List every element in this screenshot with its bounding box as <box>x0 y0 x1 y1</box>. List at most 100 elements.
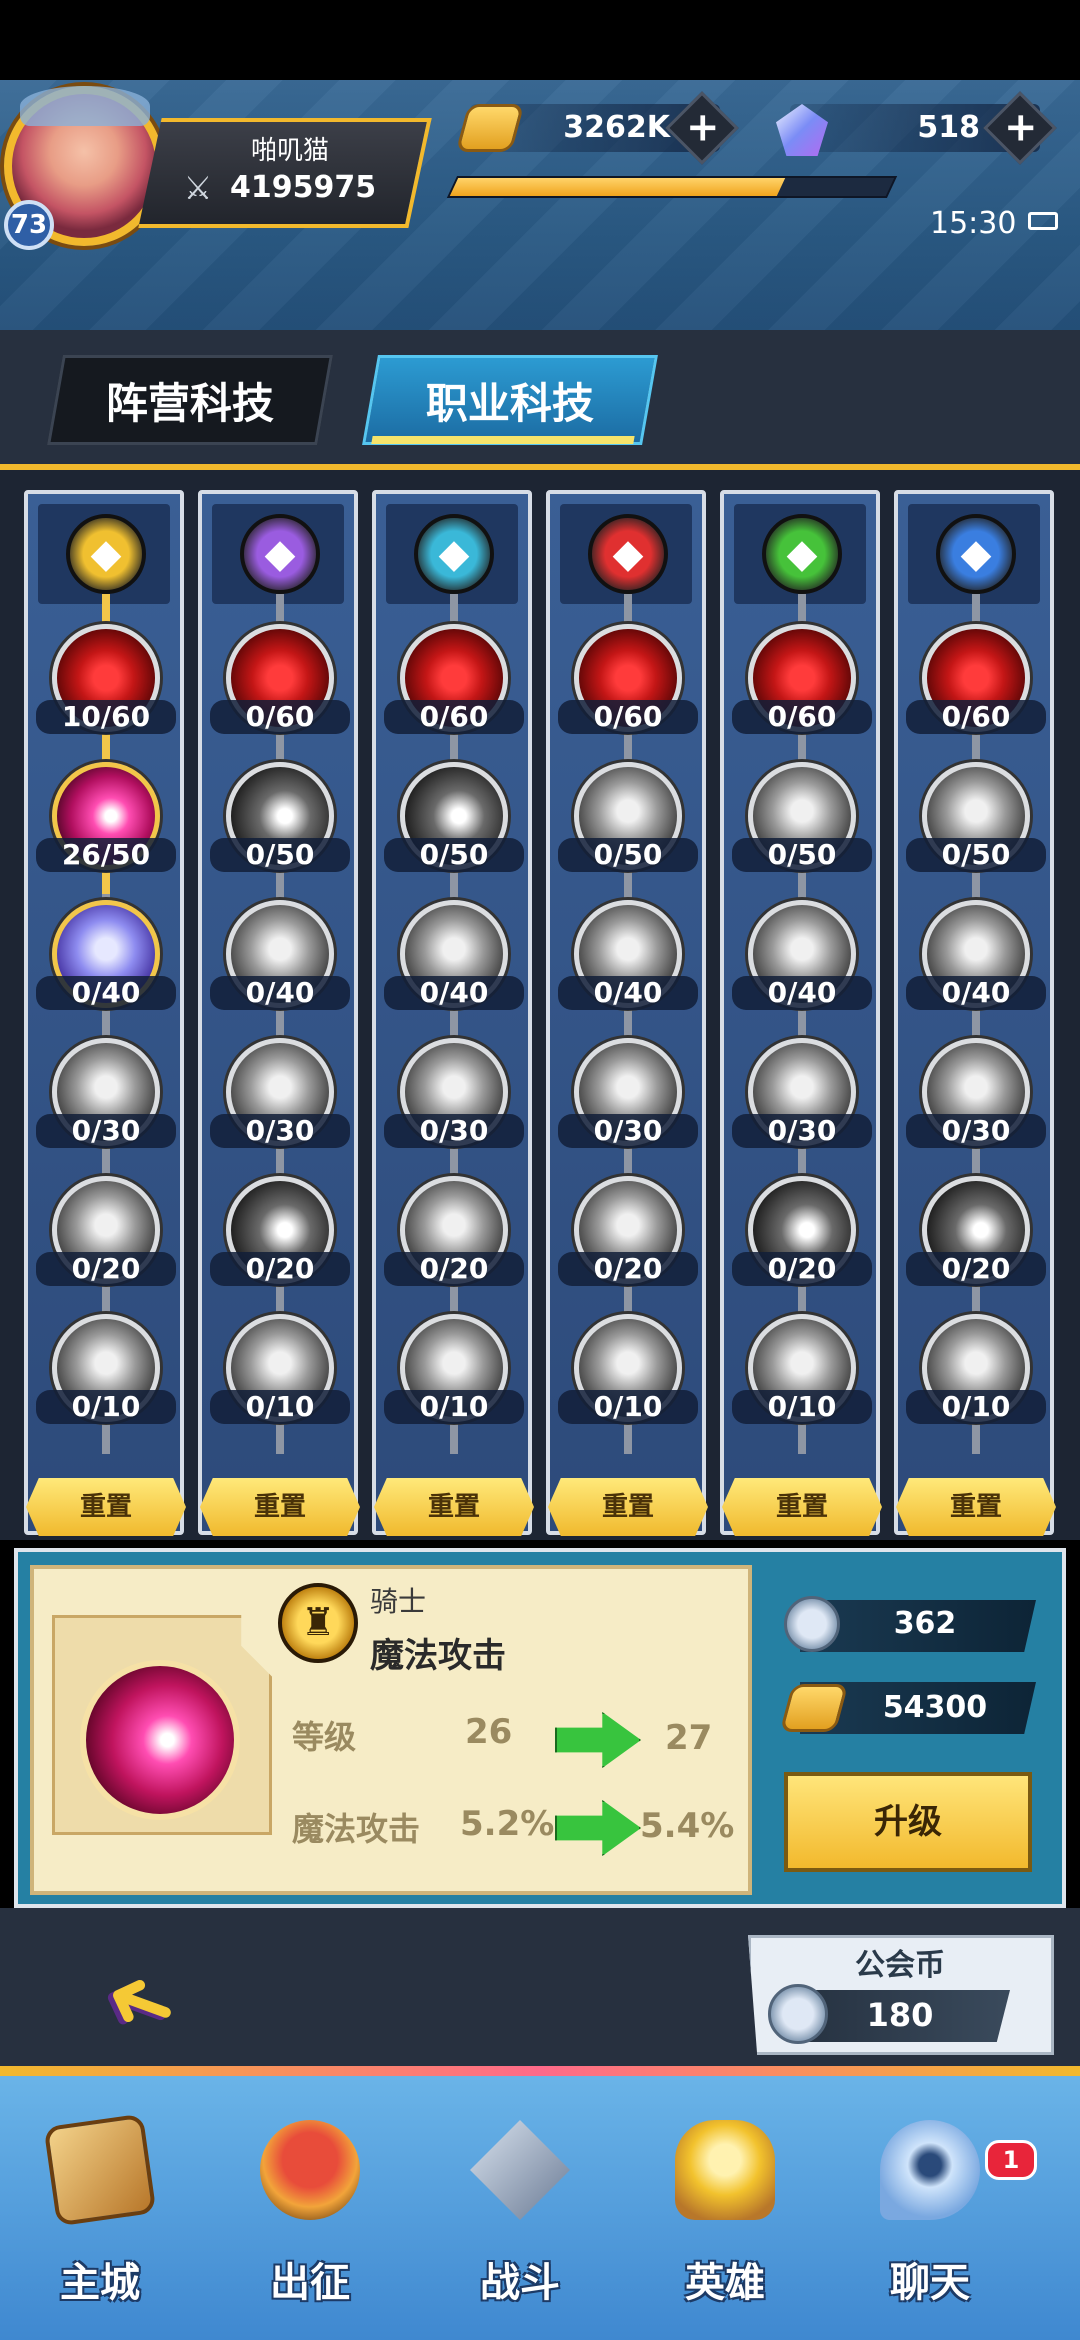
node-level-label: 0/30 <box>384 1114 524 1148</box>
tab-class-tech-label: 职业科技 <box>425 378 594 428</box>
warrior-icon[interactable]: ◆ <box>588 514 668 594</box>
tech-column-5: ◆ 0/60 0/50 0/40 0/30 0/20 0/10 <box>720 490 880 1535</box>
node-level-label: 0/50 <box>384 838 524 872</box>
knight-class-icon: ♜ <box>278 1583 358 1663</box>
node-level-label: 0/40 <box>906 976 1046 1010</box>
node-level-label: 0/30 <box>36 1114 176 1148</box>
stat-current: 5.2% <box>460 1804 555 1844</box>
tech-column-1: ◆ 10/60 26/50 0/40 0/30 0/20 0/10 <box>24 490 184 1535</box>
tech-column-3: ◆ 0/60 0/50 0/40 0/30 0/20 0/10 <box>372 490 532 1535</box>
nav-expedition[interactable]: 出征 <box>220 2100 400 2340</box>
node-level-label: 10/60 <box>36 700 176 734</box>
node-level-label: 0/40 <box>732 976 872 1010</box>
nav-main-city[interactable]: 主城 <box>10 2100 190 2340</box>
active-tab-underline <box>371 436 635 444</box>
player-power: 4195975 <box>230 170 377 205</box>
knight-icon[interactable]: ◆ <box>66 514 146 594</box>
node-level-label: 0/60 <box>906 700 1046 734</box>
level-label: 等级 <box>292 1718 357 1756</box>
node-level-label: 0/40 <box>36 976 176 1010</box>
node-level-label: 0/60 <box>384 700 524 734</box>
level-next: 27 <box>665 1718 713 1758</box>
node-level-label: 0/20 <box>558 1252 698 1286</box>
nav-chat-label: 聊天 <box>890 2260 970 2306</box>
reset-button[interactable]: 重置 <box>374 1478 534 1536</box>
app-root: 73 啪叽猫 ⚔ 4195975 3262K + 518 + 15:30 阵营科… <box>0 0 1080 2340</box>
power-swords-icon: ⚔ <box>183 169 213 207</box>
detail-class-name: 骑士 <box>370 1585 427 1618</box>
reset-button[interactable]: 重置 <box>548 1478 708 1536</box>
nav-battle-label: 战斗 <box>480 2260 560 2306</box>
node-level-label: 0/30 <box>906 1114 1046 1148</box>
nav-battle[interactable]: 战斗 <box>430 2100 610 2340</box>
tab-faction-tech[interactable]: 阵营科技 <box>47 355 333 445</box>
node-level-label: 0/40 <box>384 976 524 1010</box>
nav-heroes[interactable]: 英雄 <box>635 2100 815 2340</box>
node-level-label: 0/30 <box>558 1114 698 1148</box>
gold-amount: 3262K <box>563 110 670 145</box>
node-level-label: 0/60 <box>210 700 350 734</box>
nav-main-city-label: 主城 <box>60 2260 140 2306</box>
node-level-label: 0/60 <box>732 700 872 734</box>
node-level-label: 0/20 <box>36 1252 176 1286</box>
ranger-icon[interactable]: ◆ <box>762 514 842 594</box>
detail-skill-name: 魔法攻击 <box>370 1636 506 1676</box>
priest-icon[interactable]: ◆ <box>414 514 494 594</box>
clock: 15:30 <box>930 206 1017 241</box>
magic-attack-icon <box>80 1660 240 1820</box>
node-level-label: 0/10 <box>558 1390 698 1424</box>
ship-icon <box>260 2120 360 2220</box>
node-level-label: 0/20 <box>732 1252 872 1286</box>
gem-amount: 518 <box>917 110 980 145</box>
reset-button[interactable]: 重置 <box>200 1478 360 1536</box>
level-current: 26 <box>465 1712 513 1752</box>
reset-button[interactable]: 重置 <box>722 1478 882 1536</box>
node-level-label: 0/10 <box>732 1390 872 1424</box>
guild-coin-title: 公会币 <box>855 1948 945 1983</box>
tech-column-2: ◆ 0/60 0/50 0/40 0/30 0/20 0/10 <box>198 490 358 1535</box>
battery-icon <box>1028 212 1058 230</box>
avatar-headpiece <box>20 86 150 126</box>
node-level-label: 26/50 <box>36 838 176 872</box>
node-level-label: 0/30 <box>210 1114 350 1148</box>
nav-divider <box>0 2066 1080 2076</box>
player-name: 啪叽猫 <box>250 136 329 166</box>
guild-coin-value: 180 <box>866 1996 934 2034</box>
node-level-label: 0/10 <box>906 1390 1046 1424</box>
gold-cost: 54300 <box>882 1690 988 1725</box>
player-level-badge: 73 <box>4 200 54 250</box>
stat-next: 5.4% <box>640 1806 735 1846</box>
exp-bar <box>446 176 898 198</box>
exp-bar-fill <box>449 178 786 196</box>
guild-coin-icon <box>784 1596 840 1652</box>
mage-icon[interactable]: ◆ <box>240 514 320 594</box>
upgrade-button[interactable]: 升级 <box>784 1772 1032 1872</box>
node-level-label: 0/20 <box>210 1252 350 1286</box>
node-level-label: 0/40 <box>558 976 698 1010</box>
node-level-label: 0/60 <box>558 700 698 734</box>
nav-expedition-label: 出征 <box>270 2260 350 2306</box>
node-level-label: 0/50 <box>732 838 872 872</box>
node-level-label: 0/40 <box>210 976 350 1010</box>
reset-button[interactable]: 重置 <box>896 1478 1056 1536</box>
reset-button[interactable]: 重置 <box>26 1478 186 1536</box>
crossed-swords-icon <box>470 2120 570 2220</box>
guild-cost: 362 <box>893 1606 957 1641</box>
stat-label: 魔法攻击 <box>292 1810 421 1848</box>
castle-book-icon <box>43 2113 157 2227</box>
assassin-icon[interactable]: ◆ <box>936 514 1016 594</box>
guild-coin-icon <box>768 1984 828 2044</box>
node-level-label: 0/10 <box>36 1390 176 1424</box>
nav-heroes-label: 英雄 <box>685 2260 765 2306</box>
node-level-label: 0/50 <box>906 838 1046 872</box>
nav-chat[interactable]: 聊天 <box>840 2100 1020 2340</box>
node-level-label: 0/10 <box>210 1390 350 1424</box>
node-level-label: 0/10 <box>384 1390 524 1424</box>
node-level-label: 0/20 <box>906 1252 1046 1286</box>
tech-column-4: ◆ 0/60 0/50 0/40 0/30 0/20 0/10 <box>546 490 706 1535</box>
node-level-label: 0/50 <box>558 838 698 872</box>
chat-icon <box>880 2120 980 2220</box>
tab-class-tech[interactable]: 职业科技 <box>362 355 658 445</box>
node-level-label: 0/30 <box>732 1114 872 1148</box>
tech-column-6: ◆ 0/60 0/50 0/40 0/30 0/20 0/10 <box>894 490 1054 1535</box>
